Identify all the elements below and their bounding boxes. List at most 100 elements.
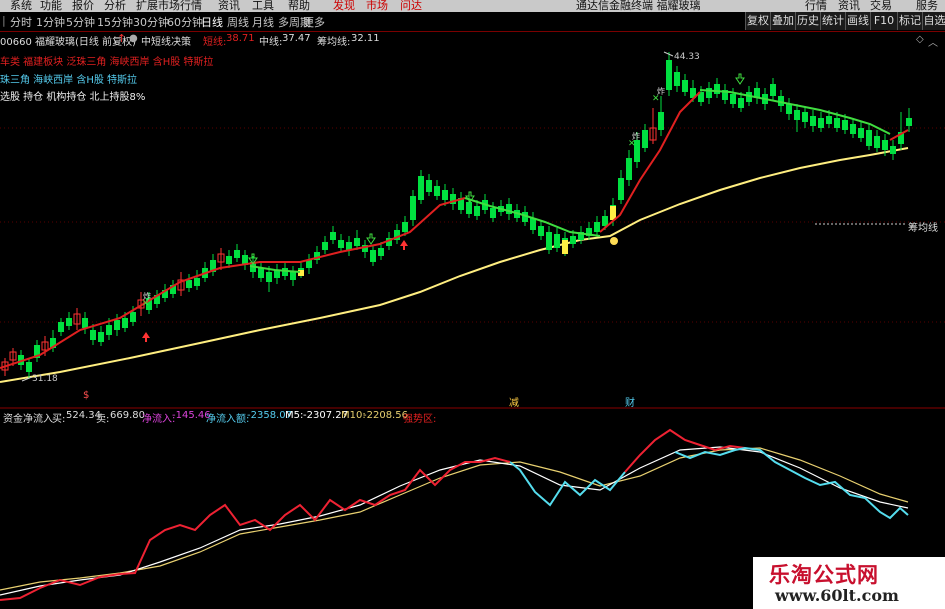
candle-body	[890, 146, 896, 154]
indicator-name-label[interactable]: 资金净流入	[3, 410, 53, 425]
m5-label: M5:	[285, 410, 304, 421]
candle-body	[26, 362, 32, 372]
candle-body	[618, 178, 624, 200]
candle-body	[290, 272, 296, 280]
candle-body	[378, 248, 384, 256]
dollar-marker[interactable]: $	[83, 390, 89, 401]
candle-body	[794, 110, 800, 120]
net-amount-label: 净流入额:	[206, 414, 250, 425]
candle-body	[322, 242, 328, 250]
watermark-title: 乐淘公式网	[769, 563, 879, 587]
candle-body	[866, 130, 872, 146]
candle-body	[114, 320, 120, 330]
candle-body	[434, 186, 440, 196]
candle-body	[58, 322, 64, 332]
cost-line-path	[0, 147, 909, 383]
candle-body	[466, 202, 472, 214]
short-term-line	[0, 91, 909, 369]
candle-body	[570, 236, 576, 244]
candle-body	[82, 318, 88, 328]
cost-average-line	[0, 147, 909, 383]
watermark-url: www.60lt.com	[775, 586, 899, 605]
candle-body	[850, 124, 856, 134]
sell-value: 669.80	[110, 410, 145, 421]
candle-body	[906, 118, 912, 126]
coin-marker-icon	[610, 237, 618, 245]
buy-label: 买:	[52, 414, 66, 425]
candle-body	[98, 332, 104, 342]
candle-body	[594, 222, 600, 232]
candle-body	[714, 84, 720, 94]
sell-arrow-icon	[366, 233, 376, 245]
candle-body	[802, 112, 808, 122]
chart-grid	[0, 127, 945, 409]
candle-body	[402, 222, 408, 232]
candle-body	[418, 176, 424, 200]
candle-body	[186, 280, 192, 288]
short-line-path-1	[0, 197, 466, 369]
kline-chart[interactable]: ✕✕✕	[0, 0, 945, 609]
candle-body	[874, 136, 880, 148]
net-inflow-value: -145.46	[172, 410, 211, 421]
candle-body	[338, 240, 344, 248]
candle-body	[674, 72, 680, 86]
candle-body	[658, 112, 664, 130]
candle-body	[666, 60, 672, 90]
candle-body	[602, 216, 608, 226]
chart-annotations: ✕✕✕	[21, 51, 745, 382]
candle-body	[490, 208, 496, 218]
candle-body	[370, 250, 376, 262]
candle-body	[882, 140, 888, 150]
cai-marker[interactable]: 财	[625, 394, 635, 409]
candle-body	[266, 272, 272, 282]
net-flow-positive-line-2	[624, 428, 746, 473]
candle-body	[474, 206, 480, 216]
sell-arrow-icon	[735, 73, 745, 85]
candle-body	[226, 256, 232, 264]
sell-label: 卖:	[96, 414, 110, 425]
candle-body	[626, 158, 632, 180]
buy-arrow-icon	[400, 240, 408, 250]
watermark-box: 乐淘公式网 www.60lt.com	[753, 557, 945, 609]
candle-body	[234, 250, 240, 258]
candle-body	[90, 330, 96, 340]
candle-body	[282, 268, 288, 276]
candle-body	[122, 318, 128, 328]
buy-arrow-icon	[142, 332, 150, 342]
candle-body	[682, 80, 688, 92]
candle-body	[858, 128, 864, 138]
candle-body	[330, 232, 336, 240]
net-flow-negative-line-2	[674, 446, 909, 520]
candle-body	[770, 84, 776, 96]
candle-body	[842, 120, 848, 130]
candle-body	[354, 238, 360, 246]
candle-body	[410, 196, 416, 220]
candle-body	[818, 118, 824, 128]
candle-body	[426, 180, 432, 192]
candle-body	[538, 226, 544, 236]
candle-body-highlight	[562, 240, 568, 254]
candle-body	[442, 190, 448, 200]
candle-body	[194, 278, 200, 286]
candle-body-highlight	[298, 270, 304, 276]
candle-body	[106, 325, 112, 335]
net-inflow-label: 净流入:	[142, 414, 176, 425]
low-price-label: 31.18	[32, 374, 58, 384]
zha-marker-1: 炸	[143, 292, 151, 301]
indicator-title-line: 资金净流入 买: 524.34 卖: 669.80 净流入: -145.46 净…	[0, 410, 945, 425]
candle-body	[826, 116, 832, 124]
zha-marker-3: 炸	[657, 87, 665, 96]
candle-body	[546, 232, 552, 250]
candle-body	[554, 234, 560, 248]
jian-marker[interactable]: 减	[509, 394, 519, 409]
candle-body	[258, 268, 264, 278]
candle-body	[786, 104, 792, 114]
candle-body	[810, 116, 816, 126]
m10-value: -2208.56	[363, 410, 408, 421]
candle-body	[66, 318, 72, 326]
candle-body	[834, 118, 840, 128]
candle-body	[130, 312, 136, 322]
cost-line-tag: 筹均线	[908, 223, 938, 234]
candle-body	[642, 130, 648, 148]
candle-body	[738, 98, 744, 108]
